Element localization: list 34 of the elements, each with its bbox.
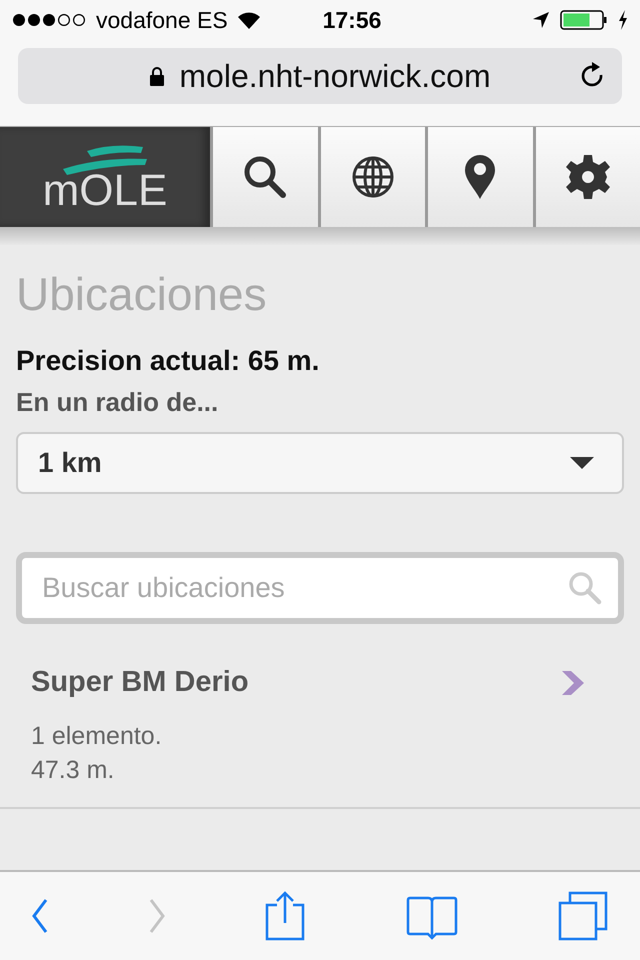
back-icon[interactable] bbox=[32, 898, 48, 934]
logo-mark-icon bbox=[61, 143, 149, 175]
search-icon bbox=[568, 571, 602, 605]
distance-text: 47.3 m. bbox=[31, 755, 116, 786]
location-item[interactable]: Super BM Derio 1 elemento. 47.3 m. bbox=[0, 666, 640, 809]
battery-icon bbox=[560, 10, 608, 30]
location-name: Super BM Derio bbox=[31, 666, 249, 699]
radius-label: En un radio de... bbox=[16, 387, 220, 418]
precision-text: Precision actual: 65 m. bbox=[16, 345, 320, 377]
page-title: Ubicaciones bbox=[16, 267, 268, 321]
wifi-icon bbox=[236, 10, 262, 30]
settings-button[interactable] bbox=[532, 127, 640, 227]
signal-icon bbox=[12, 13, 88, 27]
globe-button[interactable] bbox=[318, 127, 425, 227]
url-text: mole.nht-norwick.com bbox=[179, 58, 491, 94]
app-logo[interactable]: mOLE bbox=[0, 127, 210, 227]
lock-icon bbox=[149, 66, 166, 86]
address-bar[interactable]: mole.nht-norwick.com bbox=[18, 48, 622, 104]
tabs-icon[interactable] bbox=[558, 891, 608, 941]
pin-button[interactable] bbox=[425, 127, 532, 227]
item-count: 1 elemento. bbox=[31, 721, 163, 752]
charging-icon bbox=[618, 10, 628, 30]
map-pin-icon bbox=[465, 155, 496, 199]
location-arrow-icon bbox=[532, 11, 550, 29]
search-button[interactable] bbox=[210, 127, 318, 227]
carrier-name: vodafone ES bbox=[96, 6, 228, 34]
globe-icon bbox=[350, 155, 395, 199]
dropdown-caret-icon bbox=[570, 457, 594, 469]
search-field[interactable]: Buscar ubicaciones bbox=[16, 552, 624, 624]
radius-dropdown[interactable]: 1 km bbox=[16, 432, 624, 494]
clock-time: 17:56 bbox=[322, 6, 382, 34]
share-icon[interactable] bbox=[265, 891, 305, 941]
chevron-icon bbox=[562, 670, 584, 694]
settings-icon bbox=[564, 154, 611, 200]
